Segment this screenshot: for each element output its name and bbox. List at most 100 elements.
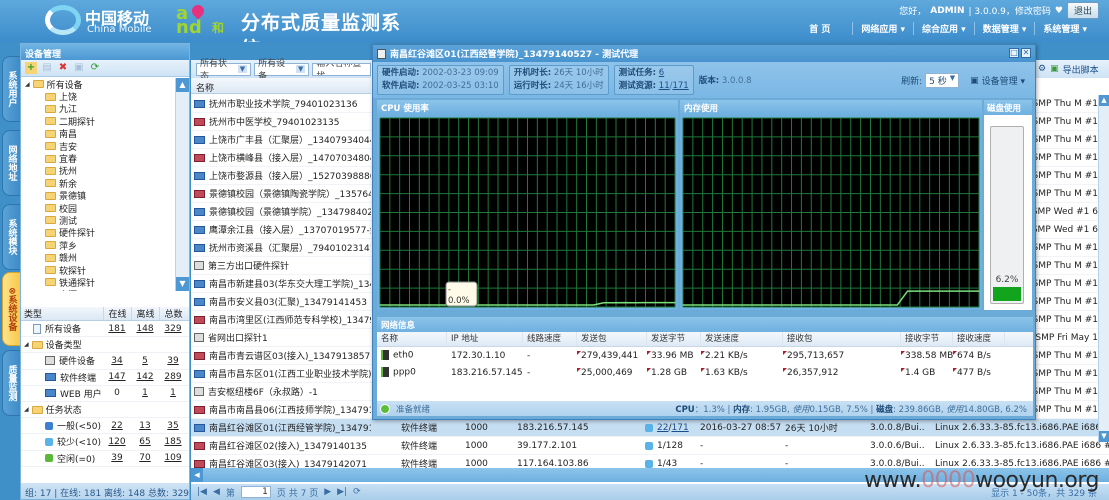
nav-integrated-apps[interactable]: 综合应用 ▾	[913, 22, 974, 35]
gear-icon[interactable]: ⚙	[1038, 64, 1046, 74]
close-icon[interactable]: ✕	[1021, 48, 1031, 58]
nav-data-management[interactable]: 数据管理 ▾	[973, 22, 1035, 35]
stats-online[interactable]: 39	[103, 453, 131, 463]
scroll-up-icon[interactable]: ▲	[176, 78, 189, 92]
window-titlebar[interactable]: 南昌红谷滩区01(江西经管学院)_13479140527 - 测试代理	[373, 45, 1035, 62]
properties-icon[interactable]: ▣	[73, 62, 85, 74]
scroll-left-icon[interactable]: ◀	[191, 468, 203, 482]
tree-node-root[interactable]: ◢ 所有设备	[21, 78, 176, 91]
status-filter-select[interactable]: 所有状态 ▼	[196, 59, 252, 82]
tree-node[interactable]: 九江	[21, 103, 176, 115]
last-page-icon[interactable]: ▶|	[337, 487, 347, 497]
task-total[interactable]: 43	[666, 459, 677, 469]
tree-node[interactable]: 二期探针	[21, 115, 176, 128]
network-row[interactable]: ppp0 183.216.57.145- 25,000,469 1.28 GB 1.63…	[377, 364, 1033, 381]
table-row[interactable]: 南昌红谷滩区01(江西经管学院)_13479140527 软件终端 1000 183.…	[191, 419, 1109, 437]
side-tab-quality-monitor[interactable]: 质量监测	[2, 350, 20, 416]
task-total[interactable]: 128	[666, 441, 683, 451]
tree-node[interactable]: 软探针	[21, 264, 176, 277]
nav-network-apps[interactable]: 网络应用 ▾	[852, 22, 913, 35]
nav-system-management[interactable]: 系统管理 ▾	[1034, 22, 1095, 35]
side-tab-system-users[interactable]: 系统用户	[2, 56, 20, 122]
stats-row[interactable]: WEB 用户 0 1 1	[21, 386, 189, 402]
stats-total[interactable]: 289	[159, 372, 187, 382]
expand-icon[interactable]: ◢	[25, 81, 30, 88]
stats-offline[interactable]: 142	[131, 372, 159, 382]
network-row[interactable]: eth0 172.30.1.10 - 279,439,441 33.96 MB 2.21 …	[377, 347, 1033, 364]
tree-node[interactable]: 宜春	[21, 152, 176, 165]
tree-node[interactable]: 新余	[21, 177, 176, 190]
stats-total[interactable]: 1	[159, 388, 187, 398]
next-page-icon[interactable]: ▶	[324, 487, 331, 497]
stats-offline[interactable]: 65	[131, 437, 159, 447]
stats-offline[interactable]: 1	[131, 388, 159, 398]
stats-row[interactable]: 所有设备 181 148 329	[21, 321, 189, 338]
stats-row[interactable]: 一般(<50) 22 13 35	[21, 418, 189, 435]
stats-online[interactable]: 34	[103, 356, 131, 366]
tree-node[interactable]: 景德镇	[21, 190, 176, 202]
side-tab-system-devices[interactable]: ⊗ 系统设备	[2, 272, 20, 346]
maximize-icon[interactable]: □	[1009, 48, 1019, 58]
task-count[interactable]: 1	[657, 459, 663, 469]
grid-scrollbar[interactable]: ▲ ▼	[1098, 95, 1109, 442]
network-column-header[interactable]: 发送速度	[701, 332, 783, 346]
prev-page-icon[interactable]: ◀	[213, 487, 220, 497]
tree-node[interactable]: 校园	[21, 202, 176, 215]
scroll-up-icon[interactable]: ▲	[1099, 95, 1109, 106]
res-total-link[interactable]: 171	[672, 81, 688, 91]
tree-scrollbar[interactable]: ▲ ▼	[175, 78, 189, 291]
column-header-name[interactable]: 名称	[191, 78, 371, 94]
delete-icon[interactable]: ✖	[57, 62, 69, 74]
stats-group-row[interactable]: ◢ 任务状态	[21, 402, 189, 419]
export-script-button[interactable]: 导出脚本	[1063, 63, 1099, 76]
stats-total[interactable]: 329	[159, 324, 187, 334]
tree-node[interactable]: 铁通探针	[21, 276, 176, 289]
stats-row[interactable]: 较少(<10) 120 65 185	[21, 434, 189, 451]
stats-offline[interactable]: 13	[131, 421, 159, 431]
add-folder-icon[interactable]: +	[25, 62, 37, 74]
stats-row[interactable]: 硬件设备 34 5 39	[21, 353, 189, 370]
tree-node[interactable]: 上饶	[21, 90, 176, 103]
logout-button[interactable]: 退出	[1066, 2, 1099, 19]
tree-node[interactable]: 赣州	[21, 251, 176, 264]
search-input[interactable]: 输入名称查找	[312, 62, 372, 76]
network-column-header[interactable]: 接收包	[783, 332, 901, 346]
task-link[interactable]: 6	[659, 68, 664, 78]
device-management-menu[interactable]: 设备管理 ▾	[982, 74, 1025, 87]
tree-node[interactable]: 吉安	[21, 140, 176, 153]
stats-offline[interactable]: 148	[131, 324, 159, 334]
stats-online[interactable]: 120	[103, 437, 131, 447]
expand-icon[interactable]: ◢	[24, 341, 29, 348]
network-column-header[interactable]: 接收速度	[953, 332, 1005, 346]
tree-node[interactable]: 南昌	[21, 128, 176, 140]
edit-icon[interactable]: ▤	[41, 62, 53, 74]
stats-online[interactable]: 0	[103, 388, 131, 398]
stats-total[interactable]: 185	[159, 437, 187, 447]
stats-online[interactable]: 181	[103, 324, 131, 334]
tree-node[interactable]: 鹰潭	[21, 289, 176, 291]
expand-icon[interactable]: ◢	[24, 406, 29, 413]
network-column-header[interactable]: IP 地址	[447, 332, 523, 346]
tree-node[interactable]: 硬件探针	[21, 227, 176, 239]
side-tab-network-address[interactable]: 网络地址	[2, 130, 20, 196]
stats-row[interactable]: 软件终端 147 142 289	[21, 370, 189, 386]
network-column-header[interactable]: 名称	[377, 332, 447, 346]
stats-row[interactable]: 空闲(=0) 39 70 109	[21, 451, 189, 467]
network-column-header[interactable]: 发送字节	[647, 332, 701, 346]
refresh-icon[interactable]: ⟳	[89, 62, 101, 74]
reload-icon[interactable]: ⟳	[353, 487, 361, 497]
tree-node[interactable]: 萍乡	[21, 239, 176, 252]
change-password-link[interactable]: | 3.0.0.9，修改密码	[969, 4, 1051, 17]
refresh-interval-select[interactable]: 5 秒 ▼	[925, 73, 960, 88]
scroll-down-icon[interactable]: ▼	[1099, 431, 1109, 442]
stats-group-row[interactable]: ◢ 设备类型	[21, 337, 189, 354]
page-input[interactable]: 1	[240, 486, 271, 498]
side-tab-system-modules[interactable]: 系统模块	[2, 204, 20, 270]
stats-total[interactable]: 109	[159, 453, 187, 463]
tree-node[interactable]: 抚州	[21, 165, 176, 177]
task-count[interactable]: 1	[657, 441, 663, 451]
stats-total[interactable]: 39	[159, 356, 187, 366]
skin-icon[interactable]: ♥	[1055, 6, 1063, 16]
stats-online[interactable]: 147	[103, 372, 131, 382]
network-column-header[interactable]: 接收字节	[901, 332, 953, 346]
